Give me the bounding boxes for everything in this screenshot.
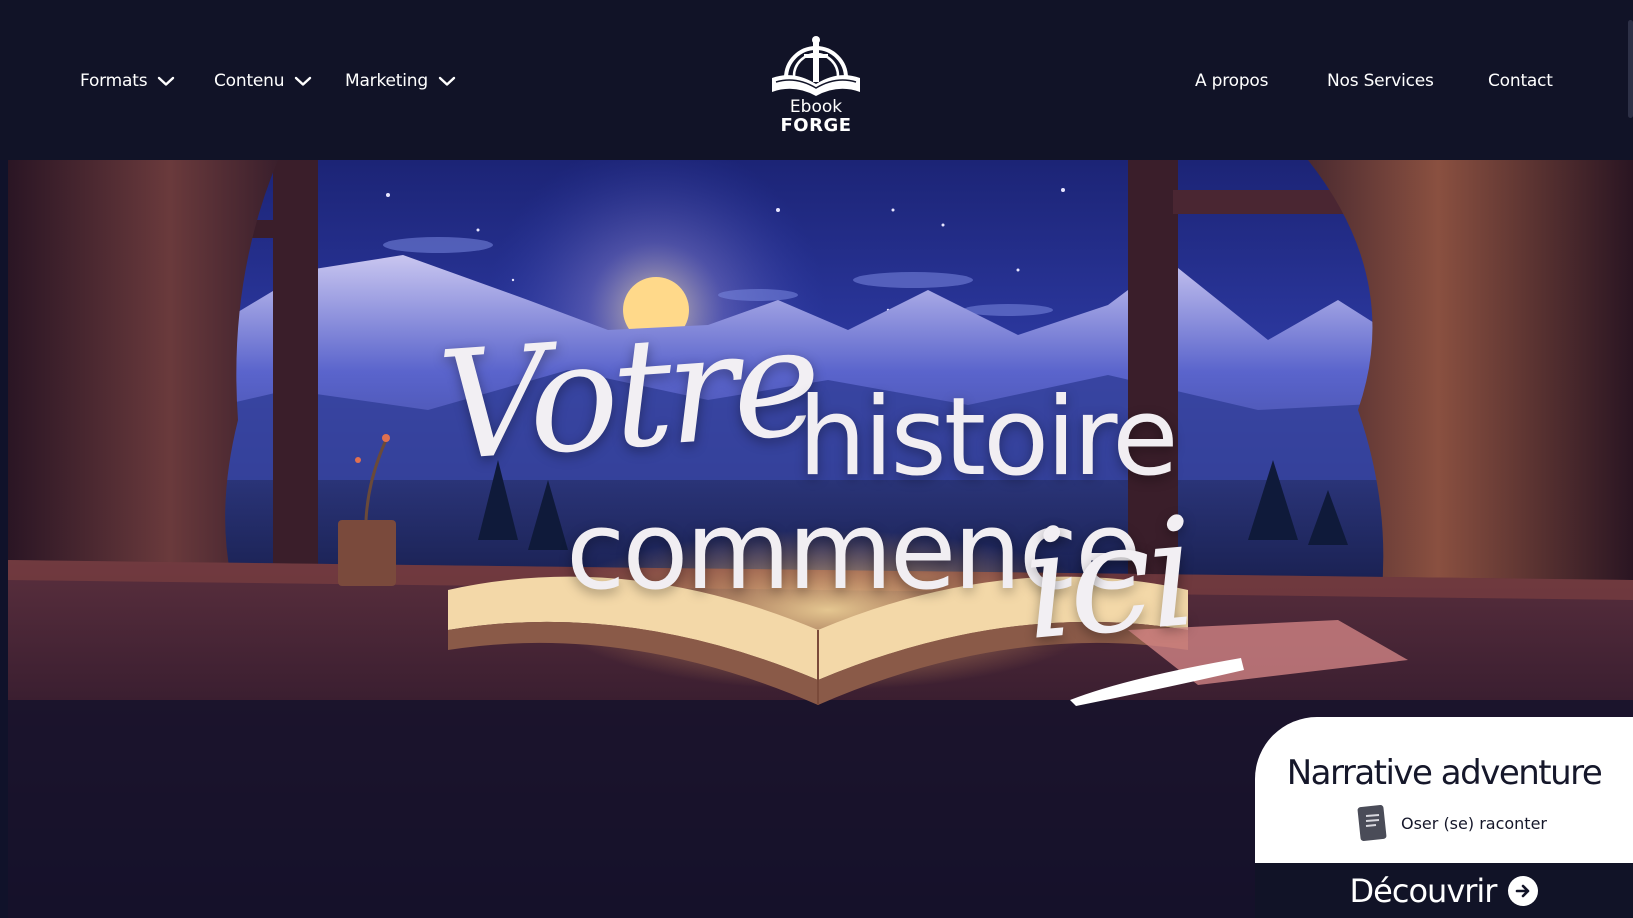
logo-text-forge: FORGE [780,115,852,136]
chevron-down-icon [295,76,312,86]
nav-contact[interactable]: Contact [1488,66,1553,96]
nav-nos-services-label: Nos Services [1327,71,1434,91]
card-subtitle-row: Oser (se) raconter [1355,803,1547,843]
card-subtitle: Oser (se) raconter [1401,813,1547,833]
page-scrollbar[interactable] [1628,20,1633,118]
logo-text-ebook: Ebook [789,97,843,117]
nav-nos-services[interactable]: Nos Services [1327,66,1434,96]
arrow-right-circle-icon [1508,875,1539,906]
nav-marketing-label: Marketing [345,71,428,91]
card-title: Narrative adventure [1286,753,1603,793]
page: Formats Contenu Marketing Ebook FORGE A … [0,0,1633,918]
nav-marketing[interactable]: Marketing [345,66,456,96]
site-header: Formats Contenu Marketing Ebook FORGE A … [0,0,1633,160]
nav-formats[interactable]: Formats [80,66,175,96]
book-icon [1357,805,1387,841]
nav-formats-label: Formats [80,71,148,91]
decouvrir-button[interactable]: Découvrir [1255,863,1633,918]
narrative-adventure-card: Narrative adventure Oser (se) raconter D… [1255,717,1633,918]
nav-contact-label: Contact [1488,71,1553,91]
book-anvil-logo-icon [772,36,860,96]
nav-contenu-label: Contenu [214,71,285,91]
logo[interactable]: Ebook FORGE [766,26,866,140]
decouvrir-button-label: Découvrir [1349,871,1498,910]
chevron-down-icon [438,76,456,86]
chevron-down-icon [158,76,175,86]
nav-a-propos-label: A propos [1195,71,1269,91]
nav-a-propos[interactable]: A propos [1195,66,1268,96]
nav-contenu[interactable]: Contenu [214,66,312,96]
